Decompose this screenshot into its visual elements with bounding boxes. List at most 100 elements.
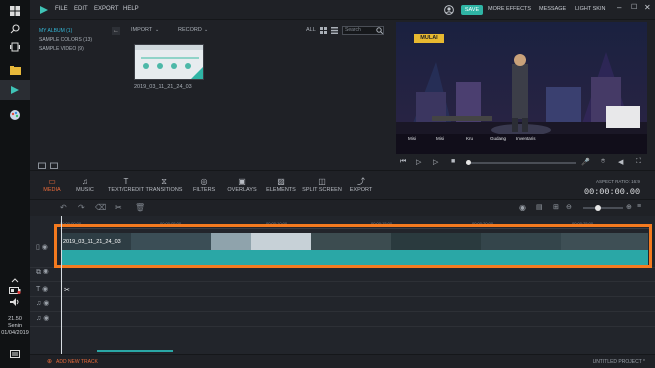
module-tabs: ▭ MEDIA ♫ MUSIC T TEXT/CREDIT ⧖ TRANSITIONS … (30, 170, 655, 200)
chevron-up-icon[interactable] (8, 276, 22, 285)
search-placeholder: Search (345, 27, 361, 33)
stop-icon[interactable]: ■ (451, 158, 455, 165)
text-track-icon[interactable]: T ◉ (36, 285, 58, 293)
windows-taskbar: 21.50 Senin 01/04/2019 (0, 0, 30, 368)
skip-back-icon[interactable]: ⏮ (400, 158, 406, 166)
tab-transitions[interactable]: ⧖ TRANSITIONS (145, 177, 183, 193)
undo-icon[interactable]: ↶ (60, 203, 67, 212)
tab-export[interactable]: ⤴ EXPORT (348, 177, 374, 193)
filter-all[interactable]: ALL (306, 27, 316, 33)
taskbar-day[interactable]: Senin (0, 323, 30, 330)
check-icon (191, 67, 203, 79)
game-menu-item: Misi (408, 136, 416, 141)
zoom-out-icon[interactable]: ⊖ (566, 203, 572, 211)
close-icon[interactable]: ✕ (644, 3, 651, 12)
game-start-button: MULAI (414, 34, 444, 43)
tab-elements[interactable]: ▨ ELEMENTS (265, 177, 297, 193)
zoom-in-icon[interactable]: ⊕ (626, 203, 632, 211)
app-menu-bar: FILE EDIT EXPORT HELP SAVE MORE EFFECTS … (30, 0, 655, 20)
redo-icon[interactable]: ↷ (78, 203, 85, 212)
add-new-track-button[interactable]: ADD NEW TRACK (56, 359, 98, 365)
tab-overlays[interactable]: ▣ OVERLAYS (227, 177, 257, 193)
taskbar-time[interactable]: 21.50 (0, 316, 30, 323)
chevron-down-icon[interactable]: ⌄ (204, 27, 208, 33)
pip-track-icon[interactable]: ⧉ ◉ (36, 269, 58, 277)
scissors-icon[interactable]: ✂ (64, 286, 70, 294)
music-track-icon[interactable]: ♫ ◉ (36, 314, 58, 322)
menu-file[interactable]: FILE (55, 6, 68, 12)
more-effects-link[interactable]: MORE EFFECTS (488, 6, 531, 12)
progress-handle[interactable] (466, 160, 471, 165)
search-icon[interactable] (376, 27, 384, 36)
playback-controls: ⏮ ▷ ▷ ■ 🎤 ⌾ ◀ ⛶ (396, 156, 655, 170)
filmora-app-icon[interactable] (8, 83, 22, 97)
album-sample-colors[interactable]: SAMPLE COLORS (13) (39, 37, 92, 43)
snapshot-icon[interactable]: ⊞ (553, 203, 559, 211)
windows-start-icon[interactable] (8, 4, 22, 18)
album-my-album[interactable]: MY ALBUM (1) (39, 28, 72, 34)
tab-music[interactable]: ♫ MUSIC (74, 177, 96, 193)
media-item-name: 2019_03_11_21_24_03 (134, 84, 192, 90)
chevron-down-icon[interactable]: ⌄ (155, 27, 159, 33)
media-thumbnail[interactable] (134, 44, 204, 80)
transitions-icon: ⧖ (161, 177, 167, 186)
account-icon[interactable] (444, 5, 454, 17)
tab-split-screen[interactable]: ◫ SPLIT SCREEN (302, 177, 342, 193)
speaker-icon[interactable] (8, 297, 22, 306)
mic-icon[interactable]: 🎤 (581, 158, 590, 166)
tab-label: MUSIC (76, 187, 94, 193)
list-icon[interactable]: ≡ (637, 203, 641, 210)
zoom-slider[interactable] (583, 207, 623, 209)
music-track-icon[interactable]: ♫ ◉ (36, 299, 58, 307)
menu-export[interactable]: EXPORT (94, 6, 119, 12)
bottom-bar: ⊕ ADD NEW TRACK UNTITLED PROJECT * (30, 354, 655, 368)
marker-icon[interactable]: ▤ (536, 203, 543, 211)
album-sample-video[interactable]: SAMPLE VIDEO (9) (39, 46, 84, 52)
minimize-icon[interactable]: – (617, 3, 621, 12)
record-dropdown[interactable]: RECORD (178, 27, 202, 33)
playhead[interactable] (61, 216, 62, 354)
battery-icon[interactable] (8, 286, 22, 295)
album-sidebar: MY ALBUM (1) SAMPLE COLORS (13) SAMPLE V… (35, 22, 105, 162)
notification-icon[interactable] (8, 348, 22, 362)
track-row (30, 282, 655, 297)
tab-filters[interactable]: ◎ FILTERS (193, 177, 215, 193)
split-screen-icon: ◫ (318, 177, 326, 186)
volume-icon[interactable]: ◀ (618, 158, 623, 166)
delete-icon[interactable]: ⌫ (95, 203, 106, 212)
cut-icon[interactable]: ✂ (115, 203, 122, 212)
paint-app-icon[interactable] (8, 108, 22, 122)
save-button[interactable]: SAVE (461, 5, 483, 15)
tab-label: EXPORT (349, 187, 373, 193)
timeline-scrollbar[interactable] (97, 350, 173, 352)
menu-help[interactable]: HELP (123, 6, 139, 12)
play-icon[interactable]: ▷ (416, 158, 421, 166)
add-track-icon[interactable]: ⊕ (47, 358, 52, 365)
zoom-handle[interactable] (595, 205, 601, 211)
light-skin-link[interactable]: LIGHT SKIN (575, 6, 605, 12)
filters-icon: ◎ (200, 177, 208, 186)
menu-edit[interactable]: EDIT (74, 6, 88, 12)
import-dropdown[interactable]: IMPORT (131, 27, 152, 33)
track-row (30, 312, 655, 327)
elements-icon: ▨ (277, 177, 285, 186)
task-view-icon[interactable] (8, 40, 22, 54)
trash-icon[interactable]: 🗑 (135, 203, 145, 212)
maximize-icon[interactable]: ☐ (631, 3, 637, 11)
progress-bar[interactable] (466, 162, 576, 164)
game-menu-item: Kru (466, 136, 474, 141)
search-icon[interactable] (8, 22, 22, 36)
taskbar-date[interactable]: 01/04/2019 (0, 330, 30, 337)
list-view-icon[interactable] (331, 27, 338, 36)
video-preview[interactable]: MULAI Misi Misi Kru Gudang Inventaris (396, 22, 647, 154)
grid-view-icon[interactable] (320, 27, 327, 36)
camera-icon[interactable]: ⌾ (601, 158, 605, 166)
render-icon[interactable]: ◉ (519, 203, 526, 212)
collapse-arrow-icon[interactable]: ← (112, 27, 120, 35)
tab-media[interactable]: ▭ MEDIA (42, 177, 62, 193)
file-explorer-icon[interactable] (8, 63, 22, 77)
message-link[interactable]: MESSAGE (539, 6, 566, 12)
fullscreen-icon[interactable]: ⛶ (636, 158, 641, 166)
play-icon[interactable]: ▷ (433, 158, 438, 166)
tab-text-credit[interactable]: T TEXT/CREDIT (106, 177, 146, 193)
